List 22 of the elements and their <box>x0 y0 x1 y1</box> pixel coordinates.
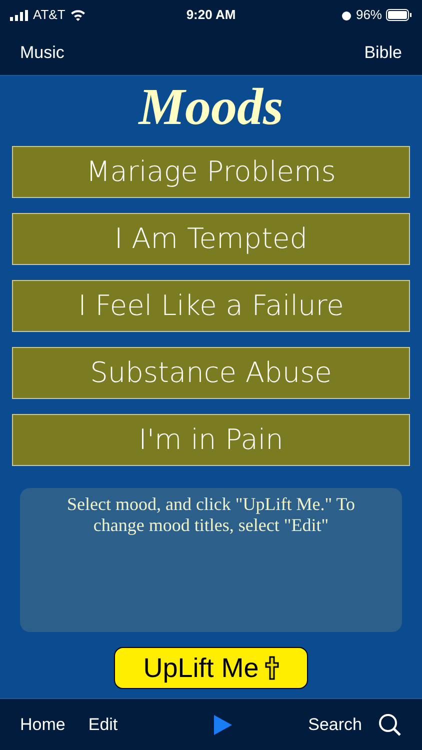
mood-button[interactable]: Mariage Problems <box>12 146 410 198</box>
cross-icon <box>264 656 279 680</box>
mood-button[interactable]: I Feel Like a Failure <box>12 280 410 332</box>
carrier: AT&T <box>33 6 66 24</box>
search-button[interactable]: Search <box>308 712 362 738</box>
info-text: Select mood, and click "UpLift Me." To change mood titles, select "Edit" <box>66 494 356 537</box>
status-time: 9:20 AM <box>186 6 236 24</box>
signal-icon <box>10 10 28 20</box>
mood-button[interactable]: I Am Tempted <box>12 213 410 265</box>
battery-icon <box>386 9 412 21</box>
mood-button[interactable]: Substance Abuse <box>12 347 410 399</box>
mood-button[interactable]: I'm in Pain <box>12 414 410 466</box>
edit-button[interactable]: Edit <box>88 712 118 738</box>
battery-percent: 96% <box>356 6 382 24</box>
play-icon[interactable] <box>212 714 233 736</box>
search-icon[interactable] <box>378 712 402 736</box>
page-title: Moods <box>138 78 284 138</box>
home-button[interactable]: Home <box>20 712 66 738</box>
uplift-button[interactable]: UpLift Me <box>114 647 308 689</box>
bible-button[interactable]: Bible <box>364 40 402 66</box>
wifi-icon <box>70 9 86 21</box>
music-button[interactable]: Music <box>20 40 64 66</box>
